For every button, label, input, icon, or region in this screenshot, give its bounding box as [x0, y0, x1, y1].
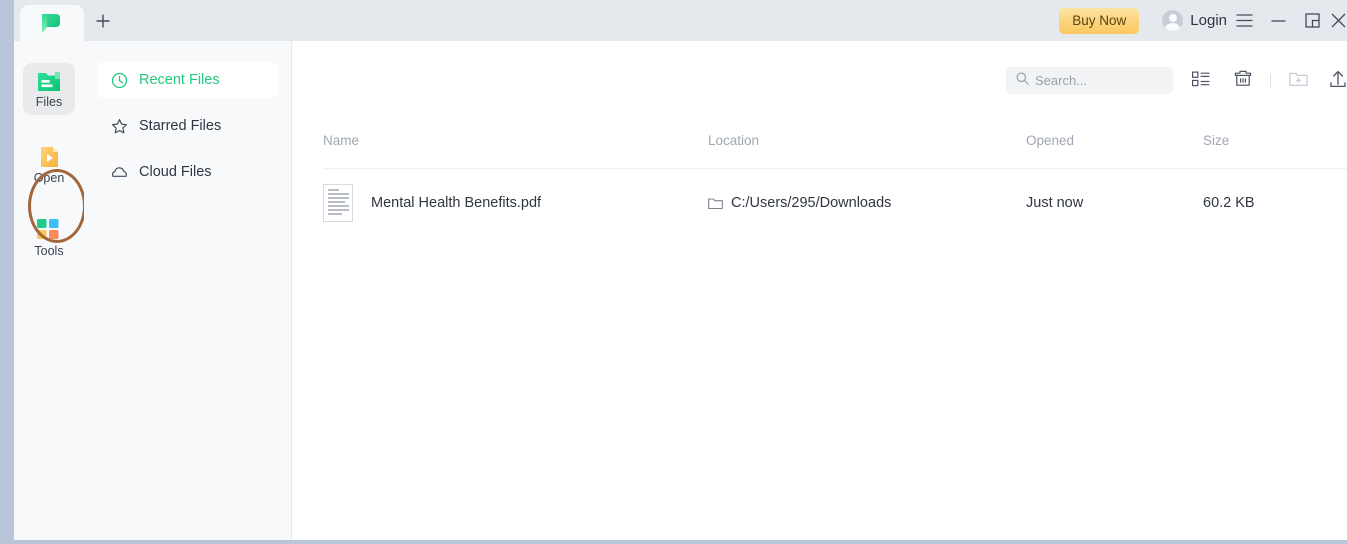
grid-squares-icon [36, 218, 62, 242]
hamburger-menu-button[interactable] [1227, 0, 1261, 41]
sidebar-item-label: Tools [34, 244, 64, 258]
trash-icon [1234, 70, 1252, 93]
search-input[interactable] [1035, 73, 1155, 88]
column-header-name: Name [323, 133, 360, 148]
window-left-edge [0, 0, 14, 544]
clock-icon [111, 72, 128, 89]
window-bottom-edge [0, 540, 1347, 544]
restore-window-button[interactable] [1295, 0, 1329, 41]
star-icon [111, 118, 128, 135]
column-header-opened: Opened [1026, 133, 1075, 148]
nav-item-label: Cloud Files [139, 164, 212, 180]
upload-icon [1329, 70, 1347, 93]
sidebar-item-label: Files [35, 95, 63, 109]
list-view-button[interactable] [1188, 68, 1214, 94]
icon-sidebar: Files Open Tools [14, 41, 86, 544]
list-view-icon [1192, 71, 1210, 92]
new-folder-icon [1288, 70, 1308, 92]
file-location: C:/Users/295/Downloads [708, 195, 891, 211]
hamburger-menu-icon [1236, 14, 1253, 27]
sidebar-item-open[interactable]: Open [23, 139, 75, 191]
main-content: Name Location Opened Size Mental Health … [293, 41, 1347, 544]
upload-button[interactable] [1325, 68, 1347, 94]
file-size: 60.2 KB [1203, 195, 1255, 211]
nav-item-recent-files[interactable]: Recent Files [97, 62, 278, 98]
minimize-icon [1271, 16, 1286, 26]
green-folder-icon [36, 69, 62, 93]
new-tab-button[interactable] [88, 8, 118, 34]
new-folder-button[interactable] [1285, 68, 1311, 94]
plus-icon [95, 13, 111, 29]
folder-icon [708, 197, 723, 210]
login-label: Login [1190, 12, 1227, 29]
restore-window-icon [1304, 13, 1320, 28]
buy-now-button[interactable]: Buy Now [1059, 7, 1140, 34]
file-name: Mental Health Benefits.pdf [371, 195, 542, 211]
close-icon [1331, 13, 1346, 28]
search-icon [1016, 72, 1029, 90]
browser-tab-active[interactable] [20, 5, 84, 41]
nav-item-label: Starred Files [139, 118, 222, 134]
app-window: Buy Now Login Files Open Tools Recent Fi… [0, 0, 1347, 544]
title-bar: Buy Now Login [14, 0, 1347, 41]
toolbar-divider [1270, 74, 1271, 88]
pdf-document-icon [323, 184, 353, 222]
app-leaf-logo-icon [38, 13, 64, 35]
nav-item-cloud-files[interactable]: Cloud Files [97, 154, 278, 190]
content-toolbar [293, 41, 1347, 121]
sidebar-item-tools[interactable]: Tools [23, 212, 75, 264]
sidebar-item-label: Open [33, 171, 65, 185]
file-location-text: C:/Users/295/Downloads [731, 195, 892, 211]
trash-button[interactable] [1230, 68, 1256, 94]
window-controls: Buy Now Login [1059, 0, 1347, 41]
login-button[interactable]: Login [1162, 10, 1227, 31]
column-header-size: Size [1203, 133, 1230, 148]
sidebar-item-files[interactable]: Files [23, 63, 75, 115]
minimize-button[interactable] [1261, 0, 1295, 41]
cloud-icon [111, 164, 128, 181]
nav-item-starred-files[interactable]: Starred Files [97, 108, 278, 144]
avatar [1162, 10, 1184, 31]
table-header: Name Location Opened Size [323, 133, 1347, 169]
table-row[interactable]: Mental Health Benefits.pdf C:/Users/295/… [323, 180, 1347, 234]
search-box[interactable] [1006, 67, 1173, 94]
nav-panel: Recent Files Starred Files Cloud Files [84, 41, 292, 544]
file-opened: Just now [1026, 195, 1084, 211]
column-header-location: Location [708, 133, 760, 148]
close-button[interactable] [1329, 0, 1347, 41]
open-document-icon [36, 145, 62, 169]
nav-item-label: Recent Files [139, 72, 220, 88]
